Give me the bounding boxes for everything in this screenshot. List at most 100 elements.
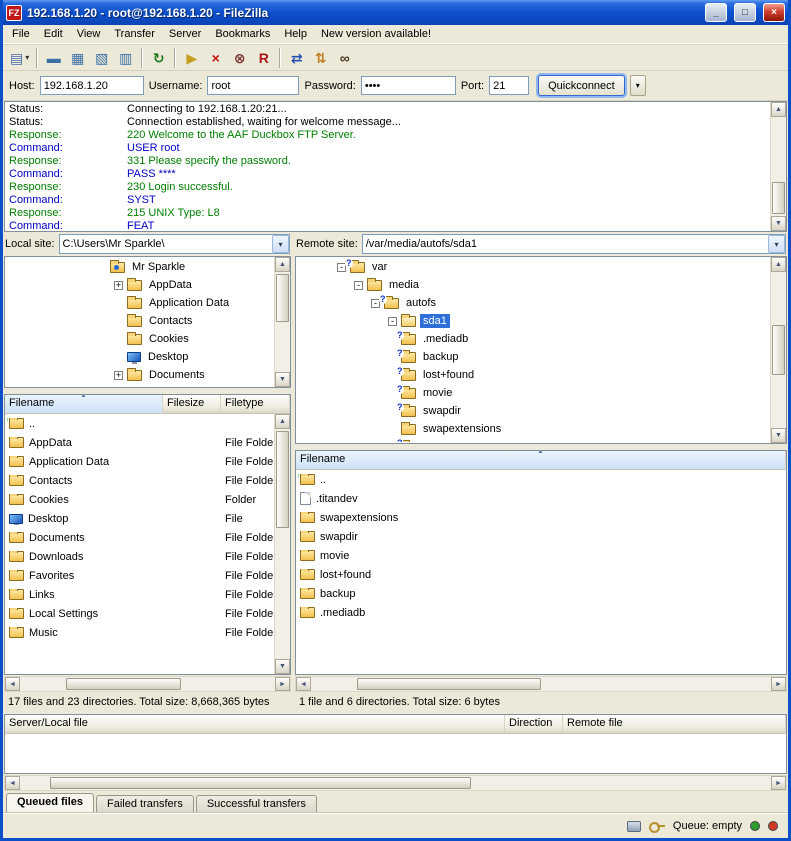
scroll-down-button[interactable]: ▼ — [771, 428, 786, 443]
tree-item-cookies[interactable]: +Cookies — [6, 330, 273, 348]
tree-item-swapextensions[interactable]: +swapextensions — [297, 420, 769, 438]
tree-item-dvd[interactable]: +dvd — [297, 438, 769, 442]
log-scrollbar[interactable]: ▲ ▼ — [770, 102, 786, 231]
file-row-mediadb[interactable]: .mediadb — [296, 603, 786, 622]
title-bar[interactable]: FZ 192.168.1.20 - root@192.168.1.20 - Fi… — [3, 0, 788, 25]
scrollbar-thumb[interactable] — [772, 182, 785, 214]
scroll-left-button[interactable]: ◄ — [5, 677, 20, 691]
tree-item-backup[interactable]: +backup — [297, 348, 769, 366]
disconnect-button[interactable]: ⊗ — [228, 47, 251, 69]
close-button[interactable]: × — [763, 3, 785, 22]
tree-expander[interactable]: - — [388, 317, 397, 326]
tree-item-contacts[interactable]: +Contacts — [6, 312, 273, 330]
column-header-filename[interactable]: Filename▲ — [5, 395, 163, 413]
file-row-music[interactable]: MusicFile Folder — [5, 623, 274, 642]
directory-comparison-button[interactable]: ⇄ — [285, 47, 308, 69]
menu-item-bookmarks[interactable]: Bookmarks — [208, 26, 277, 42]
file-row-titandev[interactable]: .titandev — [296, 489, 786, 508]
scrollbar-thumb[interactable] — [276, 274, 289, 322]
scrollbar-track[interactable] — [275, 272, 290, 372]
scroll-down-button[interactable]: ▼ — [771, 216, 786, 231]
scroll-up-button[interactable]: ▲ — [771, 257, 786, 272]
file-row-movie[interactable]: movie — [296, 546, 786, 565]
file-row-swapextensions[interactable]: swapextensions — [296, 508, 786, 527]
tree-item-appdata[interactable]: +AppData — [6, 276, 273, 294]
scrollbar-track[interactable] — [771, 117, 786, 216]
column-header-direction[interactable]: Direction — [505, 715, 563, 733]
dropdown-arrow-icon[interactable]: ▾ — [25, 53, 29, 62]
menu-item-help[interactable]: Help — [277, 26, 314, 42]
column-header-filename[interactable]: Filename▲ — [296, 451, 786, 469]
remote-horizontal-scrollbar[interactable]: ◄ ► — [295, 676, 787, 692]
menu-item-transfer[interactable]: Transfer — [107, 26, 162, 42]
scroll-up-button[interactable]: ▲ — [275, 414, 290, 429]
tree-item-lost-found[interactable]: +lost+found — [297, 366, 769, 384]
tree-item-var[interactable]: -var — [297, 258, 769, 276]
scroll-left-button[interactable]: ◄ — [5, 776, 20, 790]
toggle-local-tree-button[interactable]: ▦ — [66, 47, 89, 69]
remote-site-combo[interactable]: /var/media/autofs/sda1 ▾ — [362, 234, 786, 254]
tree-expander[interactable]: + — [114, 371, 123, 380]
speed-limit-icon[interactable] — [627, 821, 641, 832]
toggle-remote-tree-button[interactable]: ▧ — [90, 47, 113, 69]
scrollbar-thumb[interactable] — [357, 678, 541, 690]
scrollbar-track[interactable] — [771, 272, 786, 428]
file-row-appdata[interactable]: AppDataFile Folder — [5, 433, 274, 452]
site-manager-button[interactable]: ▤▾ — [7, 47, 32, 69]
toggle-message-log-button[interactable]: ▬ — [42, 47, 65, 69]
file-row-links[interactable]: LinksFile Folder — [5, 585, 274, 604]
file-row-local-settings[interactable]: Local SettingsFile Folder — [5, 604, 274, 623]
find-files-button[interactable]: ∞ — [333, 47, 356, 69]
file-row-application-data[interactable]: Application DataFile Folder — [5, 452, 274, 471]
tree-item-downloads[interactable]: +Downloads — [6, 384, 273, 386]
menu-item-edit[interactable]: Edit — [37, 26, 70, 42]
tree-item-sda1[interactable]: -sda1 — [297, 312, 769, 330]
synchronized-browsing-button[interactable]: ⇅ — [309, 47, 332, 69]
tab-failed-transfers[interactable]: Failed transfers — [96, 795, 194, 813]
scrollbar-thumb[interactable] — [66, 678, 181, 690]
tree-expander[interactable]: + — [114, 281, 123, 290]
menu-item-view[interactable]: View — [70, 26, 108, 42]
column-header-server-local-file[interactable]: Server/Local file — [5, 715, 505, 733]
scroll-right-button[interactable]: ► — [771, 677, 786, 691]
menu-item-server[interactable]: Server — [162, 26, 208, 42]
host-input[interactable] — [40, 76, 144, 95]
password-input[interactable] — [361, 76, 456, 95]
cancel-button[interactable]: × — [204, 47, 227, 69]
tree-item-mediadb[interactable]: +.mediadb — [297, 330, 769, 348]
file-row-item[interactable]: .. — [5, 414, 274, 433]
scrollbar-track[interactable] — [20, 677, 275, 691]
file-row-contacts[interactable]: ContactsFile Folder — [5, 471, 274, 490]
username-input[interactable] — [207, 76, 299, 95]
file-row-backup[interactable]: backup — [296, 584, 786, 603]
scrollbar-thumb[interactable] — [50, 777, 471, 789]
combo-dropdown-icon[interactable]: ▾ — [768, 235, 785, 253]
remote-tree-scrollbar[interactable]: ▲ ▼ — [770, 257, 786, 443]
scroll-down-button[interactable]: ▼ — [275, 372, 290, 387]
reconnect-button[interactable]: R — [252, 47, 275, 69]
file-row-downloads[interactable]: DownloadsFile Folder — [5, 547, 274, 566]
file-row-lost-found[interactable]: lost+found — [296, 565, 786, 584]
scrollbar-track[interactable] — [275, 429, 290, 659]
scroll-right-button[interactable]: ► — [275, 677, 290, 691]
file-row-desktop[interactable]: DesktopFile — [5, 509, 274, 528]
file-row-cookies[interactable]: CookiesFolder — [5, 490, 274, 509]
local-horizontal-scrollbar[interactable]: ◄ ► — [4, 676, 291, 692]
local-list-scrollbar[interactable]: ▲ ▼ — [274, 414, 290, 674]
minimize-button[interactable]: _ — [705, 3, 727, 22]
scrollbar-track[interactable] — [311, 677, 771, 691]
port-input[interactable] — [489, 76, 529, 95]
tree-item-mr-sparkle[interactable]: +Mr Sparkle — [6, 258, 273, 276]
tree-item-movie[interactable]: +movie — [297, 384, 769, 402]
file-row-favorites[interactable]: FavoritesFile Folder — [5, 566, 274, 585]
tree-item-documents[interactable]: +Documents — [6, 366, 273, 384]
tree-item-media[interactable]: -media — [297, 276, 769, 294]
scroll-up-button[interactable]: ▲ — [771, 102, 786, 117]
tab-successful-transfers[interactable]: Successful transfers — [196, 795, 317, 813]
tree-item-application-data[interactable]: +Application Data — [6, 294, 273, 312]
file-row-documents[interactable]: DocumentsFile Folder — [5, 528, 274, 547]
local-site-combo[interactable]: C:\Users\Mr Sparkle\ ▾ — [59, 234, 290, 254]
menu-item-new-version-available[interactable]: New version available! — [314, 26, 438, 42]
toggle-queue-button[interactable]: ▥ — [114, 47, 137, 69]
scrollbar-thumb[interactable] — [772, 325, 785, 375]
